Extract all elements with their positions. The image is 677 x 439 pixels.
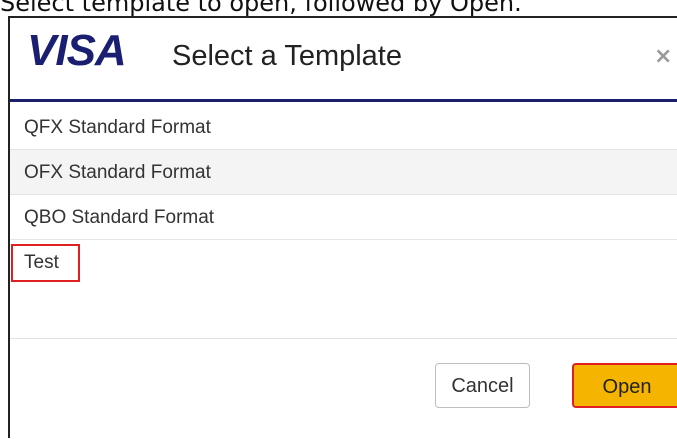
cancel-button[interactable]: Cancel	[435, 363, 530, 408]
template-item-label: OFX Standard Format	[24, 162, 211, 183]
template-item-label: QFX Standard Format	[24, 117, 211, 138]
select-template-dialog: VISA Select a Template × QFX Standard Fo…	[8, 16, 677, 438]
template-item-qfx-standard-format[interactable]: QFX Standard Format	[10, 105, 677, 150]
template-item-label: QBO Standard Format	[24, 207, 215, 228]
dialog-title: Select a Template	[172, 40, 402, 72]
template-item-ofx-standard-format[interactable]: OFX Standard Format	[10, 150, 677, 195]
template-item-label: Test	[11, 244, 80, 282]
template-item-test[interactable]: Test	[10, 240, 677, 285]
template-item-qbo-standard-format[interactable]: QBO Standard Format	[10, 195, 677, 240]
template-list: QFX Standard Format OFX Standard Format …	[10, 105, 677, 285]
close-icon[interactable]: ×	[654, 46, 672, 68]
open-button[interactable]: Open	[572, 363, 677, 408]
dialog-footer: Cancel Open	[10, 339, 677, 439]
visa-logo: VISA	[27, 26, 127, 75]
dialog-header: VISA Select a Template ×	[10, 18, 677, 102]
